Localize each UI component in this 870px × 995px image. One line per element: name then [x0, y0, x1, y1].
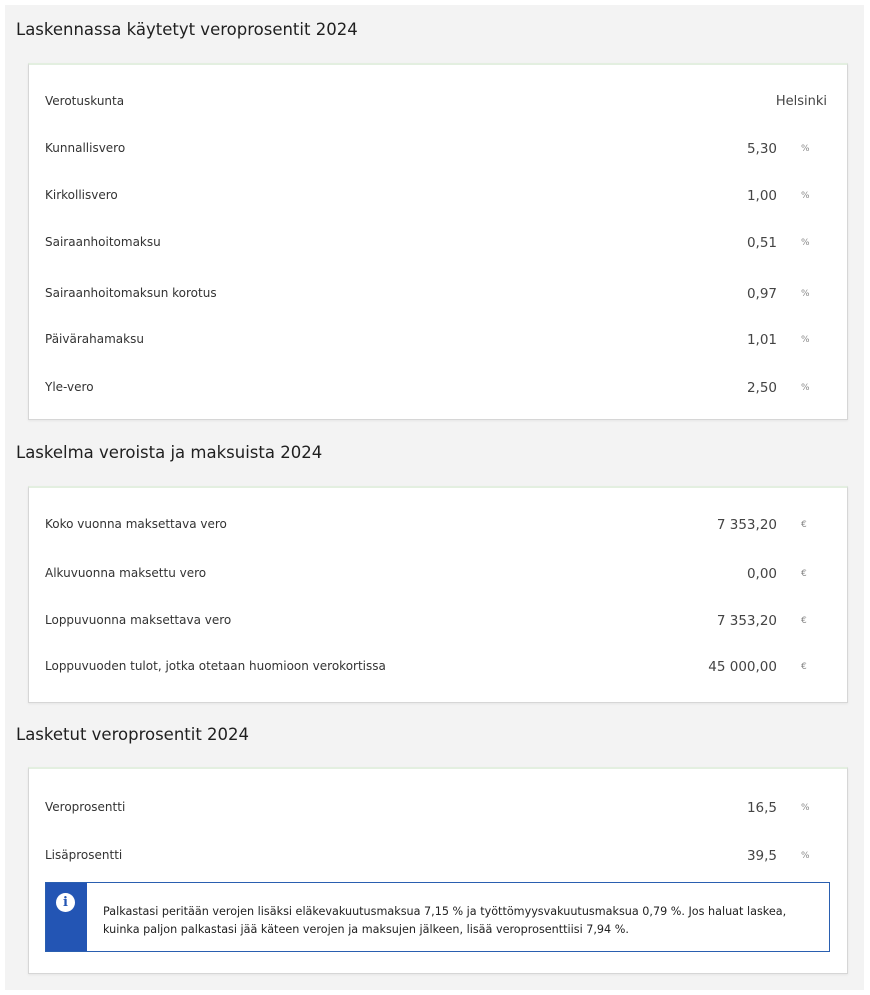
- row-label: Yle-vero: [45, 380, 94, 394]
- section-title-calculated-rates: Lasketut veroprosentit 2024: [16, 725, 250, 744]
- row-unit: €: [801, 662, 807, 672]
- section-title-tax-calculation: Laskelma veroista ja maksuista 2024: [16, 443, 323, 462]
- info-notice: i Palkastasi peritään verojen lisäksi el…: [45, 882, 830, 952]
- row-unit: %: [801, 238, 810, 248]
- row-label: Koko vuonna maksettava vero: [45, 517, 227, 531]
- row-value: 39,5: [746, 848, 777, 864]
- row-value: 0,00: [746, 566, 777, 582]
- row-label: Sairaanhoitomaksun korotus: [45, 286, 217, 300]
- row-veroprosentti: Veroprosentti 16,5 %: [29, 800, 847, 820]
- row-verotuskunta: Verotuskunta Helsinki: [29, 94, 847, 114]
- row-value: 7 353,20: [716, 517, 777, 533]
- row-value: 0,97: [746, 286, 777, 302]
- row-lisaprosentti: Lisäprosentti 39,5 %: [29, 848, 847, 868]
- row-label: Alkuvuonna maksettu vero: [45, 566, 207, 580]
- row-kirkollisvero: Kirkollisvero 1,00 %: [29, 188, 847, 208]
- row-label: Veroprosentti: [45, 800, 126, 814]
- tax-rates-used-card: Verotuskunta Helsinki Kunnallisvero 5,30…: [28, 63, 848, 420]
- section-title-tax-rates-used: Laskennassa käytetyt veroprosentit 2024: [16, 20, 358, 39]
- calculated-rates-card: Veroprosentti 16,5 % Lisäprosentti 39,5 …: [28, 767, 848, 974]
- results-panel: Laskennassa käytetyt veroprosentit 2024 …: [5, 5, 864, 990]
- row-yle-vero: Yle-vero 2,50 %: [29, 380, 847, 400]
- row-value: 45 000,00: [708, 659, 777, 675]
- row-sairaanhoitomaksun-korotus: Sairaanhoitomaksun korotus 0,97 %: [29, 286, 847, 306]
- row-unit: %: [801, 144, 810, 154]
- row-paivarahamaksu: Päivärahamaksu 1,01 %: [29, 332, 847, 352]
- row-label: Kunnallisvero: [45, 141, 126, 155]
- row-value: 1,01: [746, 332, 777, 348]
- row-unit: %: [801, 383, 810, 393]
- info-bar: i: [46, 883, 87, 951]
- row-loppuvuoden-tulot: Loppuvuoden tulot, jotka otetaan huomioo…: [29, 659, 847, 679]
- row-unit: %: [801, 851, 810, 861]
- row-label: Lisäprosentti: [45, 848, 123, 862]
- row-value: 5,30: [746, 141, 777, 157]
- row-unit: €: [801, 520, 807, 530]
- row-label: Sairaanhoitomaksu: [45, 235, 161, 249]
- info-text: Palkastasi peritään verojen lisäksi eläk…: [103, 905, 787, 936]
- row-label: Verotuskunta: [45, 94, 125, 108]
- row-unit: €: [801, 616, 807, 626]
- row-unit: %: [801, 803, 810, 813]
- row-value: 16,5: [746, 800, 777, 816]
- row-unit: €: [801, 569, 807, 579]
- row-label: Päivärahamaksu: [45, 332, 144, 346]
- row-value: 1,00: [746, 188, 777, 204]
- row-value: 2,50: [746, 380, 777, 396]
- row-label: Loppuvuoden tulot, jotka otetaan huomioo…: [45, 659, 386, 673]
- row-value: Helsinki: [775, 94, 827, 109]
- tax-calculation-card: Koko vuonna maksettava vero 7 353,20 € A…: [28, 486, 848, 703]
- info-icon: i: [56, 893, 75, 912]
- row-unit: %: [801, 289, 810, 299]
- row-loppuvuonna: Loppuvuonna maksettava vero 7 353,20 €: [29, 613, 847, 633]
- row-value: 0,51: [746, 235, 777, 251]
- row-koko-vuonna: Koko vuonna maksettava vero 7 353,20 €: [29, 517, 847, 537]
- row-value: 7 353,20: [716, 613, 777, 629]
- row-label: Loppuvuonna maksettava vero: [45, 613, 232, 627]
- row-alkuvuonna: Alkuvuonna maksettu vero 0,00 €: [29, 566, 847, 586]
- row-unit: %: [801, 335, 810, 345]
- row-label: Kirkollisvero: [45, 188, 118, 202]
- row-sairaanhoitomaksu: Sairaanhoitomaksu 0,51 %: [29, 235, 847, 255]
- row-unit: %: [801, 191, 810, 201]
- row-kunnallisvero: Kunnallisvero 5,30 %: [29, 141, 847, 161]
